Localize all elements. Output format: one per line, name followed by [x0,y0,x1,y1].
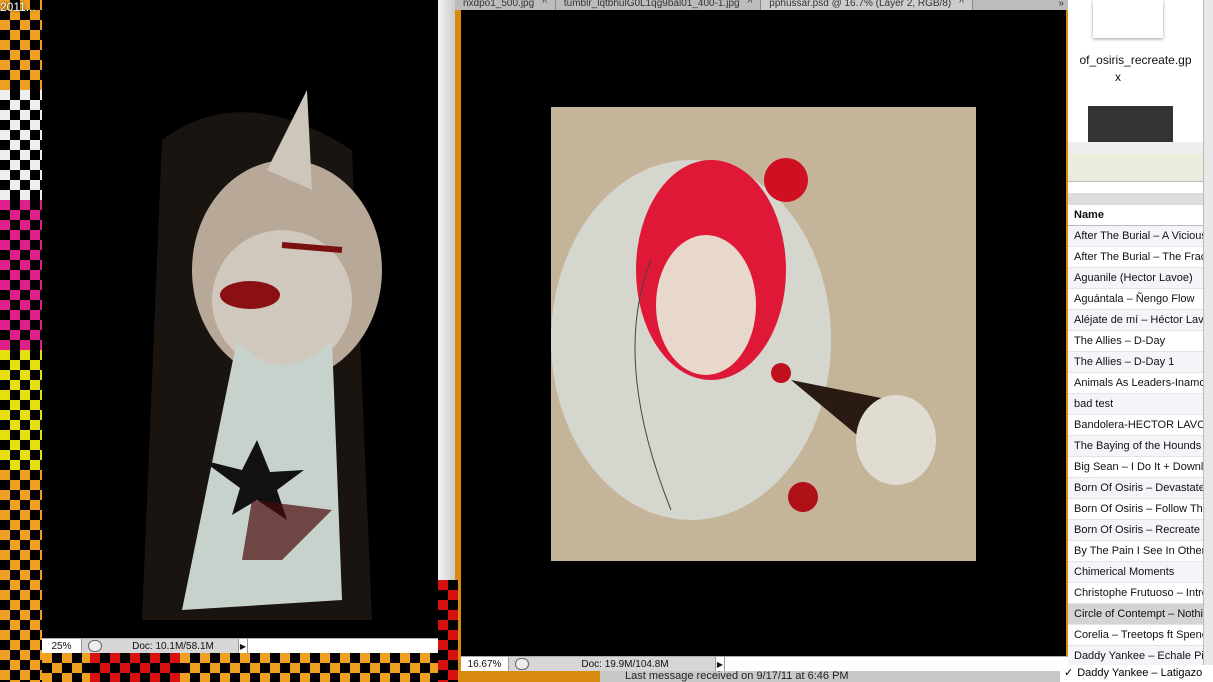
status-menu-arrow[interactable]: ▶ [715,657,725,671]
scrollbar[interactable] [1203,0,1213,682]
doc-info-icon[interactable] [515,658,529,670]
tab-label: tumblr_lqtbhulG0L1qg9bal01_400-1.jpg [563,0,740,9]
track-row[interactable]: Aléjate de mí – Héctor Lavoe [1068,310,1213,331]
document-tabs: nxdpo1_500.jpg ^ tumblr_lqtbhulG0L1qg9bal… [455,0,1068,10]
doc-info-icon[interactable] [88,640,102,652]
track-row[interactable]: Born Of Osiris – Follow The [1068,499,1213,520]
right-status-bar: 16.67% Doc: 19.9M/104.8M ▶ [461,656,1068,671]
track-row[interactable]: Circle of Contempt – Nothing [1068,604,1213,625]
track-row[interactable]: ✓ Daddy Yankee – Latigazo [1060,665,1213,682]
track-row[interactable]: bad test [1068,394,1213,415]
close-icon[interactable]: ^ [959,0,964,10]
desktop-wallpaper [438,580,458,682]
desktop-wallpaper [90,653,180,682]
itunes-finder-panel: of_osiris_recreate.gp x Name After The B… [1068,0,1213,682]
tab-document[interactable]: tumblr_lqtbhulG0L1qg9bal01_400-1.jpg ^ [556,0,762,10]
track-row[interactable]: Christophe Frutuoso – Intro [1068,583,1213,604]
zoom-level[interactable]: 25% [42,639,82,653]
track-row[interactable]: The Allies – D-Day [1068,331,1213,352]
doc-size: Doc: 10.1M/58.1M [132,640,214,652]
zoom-level[interactable]: 16.67% [461,657,509,671]
column-header-name[interactable]: Name [1068,205,1213,226]
chat-status: Last message received on 9/17/11 at 6:46… [600,671,1068,682]
track-row[interactable]: Chimerical Moments [1068,562,1213,583]
checkbox-checked-icon[interactable]: ✓ [1064,667,1073,679]
track-row[interactable]: Bandolera-HECTOR LAVOE [1068,415,1213,436]
track-row[interactable]: Born Of Osiris – Recreate [1068,520,1213,541]
music-file-icon[interactable] [1088,106,1173,142]
track-row[interactable]: After The Burial – A Vicious [1068,226,1213,247]
file-name[interactable]: of_osiris_recreate.gp [1068,53,1203,67]
doc-size: Doc: 19.9M/104.8M [581,658,669,670]
close-icon[interactable]: ^ [542,0,547,10]
track-row[interactable]: By The Pain I See In Others [1068,541,1213,562]
tab-document[interactable]: nxdpo1_500.jpg ^ [455,0,556,10]
desktop-wallpaper [0,350,42,470]
desktop-wallpaper [0,470,42,682]
file-name: x [1115,70,1121,84]
tab-document-active[interactable]: pphussar.psd @ 16.7% (Layer 2, RGB/8) ^ [761,0,973,10]
track-row[interactable]: Aguanile (Hector Lavoe) [1068,268,1213,289]
track-name: Daddy Yankee – Latigazo [1077,667,1203,679]
desktop-label: 2011... [0,0,36,14]
desktop-wallpaper [0,200,42,350]
right-canvas[interactable] [461,10,1066,656]
track-row[interactable]: The Baying of the Hounds [1068,436,1213,457]
track-row[interactable]: Aguántala – Ñengo Flow [1068,289,1213,310]
artwork-clown-girl [551,107,976,561]
tab-label: pphussar.psd @ 16.7% (Layer 2, RGB/8) [769,0,952,9]
left-status-bar: 25% Doc: 10.1M/58.1M ▶ [42,638,438,653]
track-row[interactable]: After The Burial – The Fractal [1068,247,1213,268]
file-thumbnail[interactable] [1093,0,1163,38]
status-menu-arrow[interactable]: ▶ [238,639,248,653]
track-row[interactable]: Born Of Osiris – Devastate [1068,478,1213,499]
track-row[interactable]: Animals As Leaders-Inamorata [1068,373,1213,394]
tabs-overflow-button[interactable]: » [1054,0,1068,10]
desktop-wallpaper [0,90,42,200]
window-edge [438,0,455,580]
track-row[interactable]: The Allies – D-Day 1 [1068,352,1213,373]
tab-label: nxdpo1_500.jpg [463,0,535,9]
close-icon[interactable]: ^ [748,0,753,10]
desktop-wallpaper [180,653,450,682]
track-row[interactable]: Corelia – Treetops ft Spencer [1068,625,1213,646]
track-row[interactable]: Big Sean – I Do It + Download [1068,457,1213,478]
track-row[interactable]: Daddy Yankee – Echale Pique [1068,646,1213,667]
artwork-unicorn-girl [142,90,382,621]
left-canvas[interactable] [42,0,438,638]
